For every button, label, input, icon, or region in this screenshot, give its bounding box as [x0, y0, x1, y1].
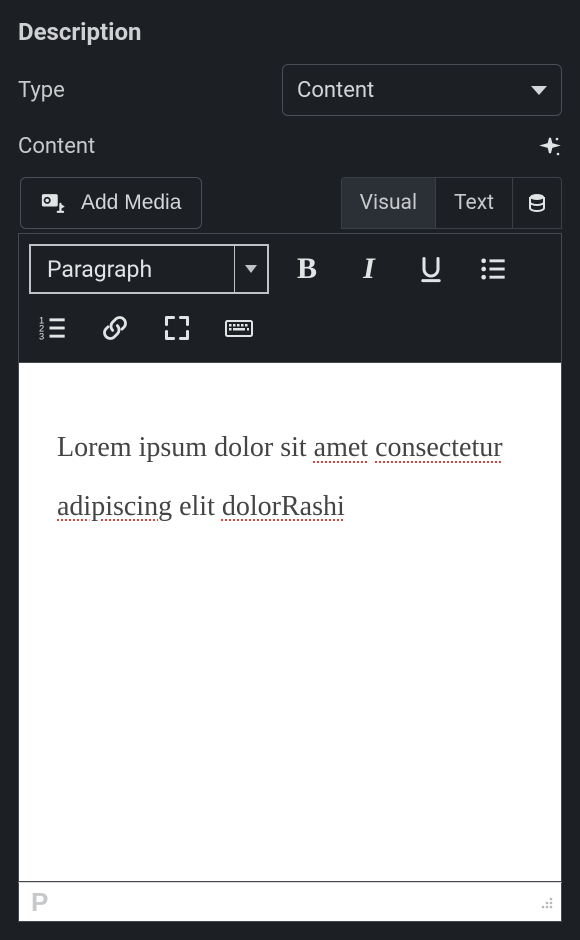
- bullet-list-button[interactable]: [469, 245, 517, 293]
- editor-topbar: Add Media Visual Text: [18, 177, 562, 233]
- spellcheck-error: amet: [314, 432, 368, 463]
- type-label: Type: [18, 78, 65, 103]
- resize-handle[interactable]: [537, 893, 555, 911]
- format-select[interactable]: Paragraph: [29, 244, 269, 294]
- content-header: Content: [18, 134, 562, 159]
- underline-icon: [417, 255, 445, 283]
- section-title: Description: [18, 18, 562, 46]
- tab-data[interactable]: [513, 178, 561, 228]
- content-label: Content: [18, 134, 95, 159]
- keyboard-icon: [225, 314, 253, 342]
- fullscreen-icon: [163, 314, 191, 342]
- editor-paragraph: Lorem ipsum dolor sit amet consectetur a…: [57, 419, 523, 537]
- svg-text:3: 3: [39, 332, 44, 342]
- bold-button[interactable]: B: [283, 245, 331, 293]
- editor-content-area[interactable]: Lorem ipsum dolor sit amet consectetur a…: [18, 362, 562, 882]
- fullscreen-button[interactable]: [153, 304, 201, 352]
- editor: Add Media Visual Text Paragraph: [18, 177, 562, 922]
- add-media-label: Add Media: [81, 191, 181, 215]
- type-row: Type Content: [18, 64, 562, 116]
- numbered-list-icon: 1 2 3: [39, 314, 67, 342]
- add-media-button[interactable]: Add Media: [20, 177, 202, 229]
- spellcheck-error: consectetur: [375, 432, 503, 463]
- format-select-value: Paragraph: [47, 256, 152, 283]
- database-icon: [527, 193, 547, 213]
- spellcheck-error: dolorRashi: [222, 491, 345, 522]
- type-select-value: Content: [297, 78, 374, 103]
- italic-icon: I: [363, 252, 375, 286]
- format-select-divider: [234, 245, 235, 293]
- editor-status-bar: P: [18, 882, 562, 922]
- tab-text[interactable]: Text: [436, 178, 513, 228]
- type-select[interactable]: Content: [282, 64, 562, 116]
- keyboard-button[interactable]: [215, 304, 263, 352]
- description-panel: Description Type Content Content: [0, 0, 580, 940]
- spellcheck-error: adipiscing: [57, 491, 172, 522]
- chevron-down-icon: [531, 86, 547, 95]
- tab-visual[interactable]: Visual: [342, 178, 436, 228]
- underline-button[interactable]: [407, 245, 455, 293]
- media-icon: [41, 191, 71, 215]
- element-path[interactable]: P: [31, 887, 48, 918]
- editor-toolbar: Paragraph B I: [18, 233, 562, 362]
- numbered-list-button[interactable]: 1 2 3: [29, 304, 77, 352]
- bold-icon: B: [297, 252, 317, 286]
- bullet-list-icon: [479, 255, 507, 283]
- sparkle-icon[interactable]: [538, 135, 562, 159]
- chevron-down-icon: [245, 265, 257, 273]
- italic-button[interactable]: I: [345, 245, 393, 293]
- link-button[interactable]: [91, 304, 139, 352]
- editor-mode-tabs: Visual Text: [341, 177, 562, 229]
- link-icon: [101, 314, 129, 342]
